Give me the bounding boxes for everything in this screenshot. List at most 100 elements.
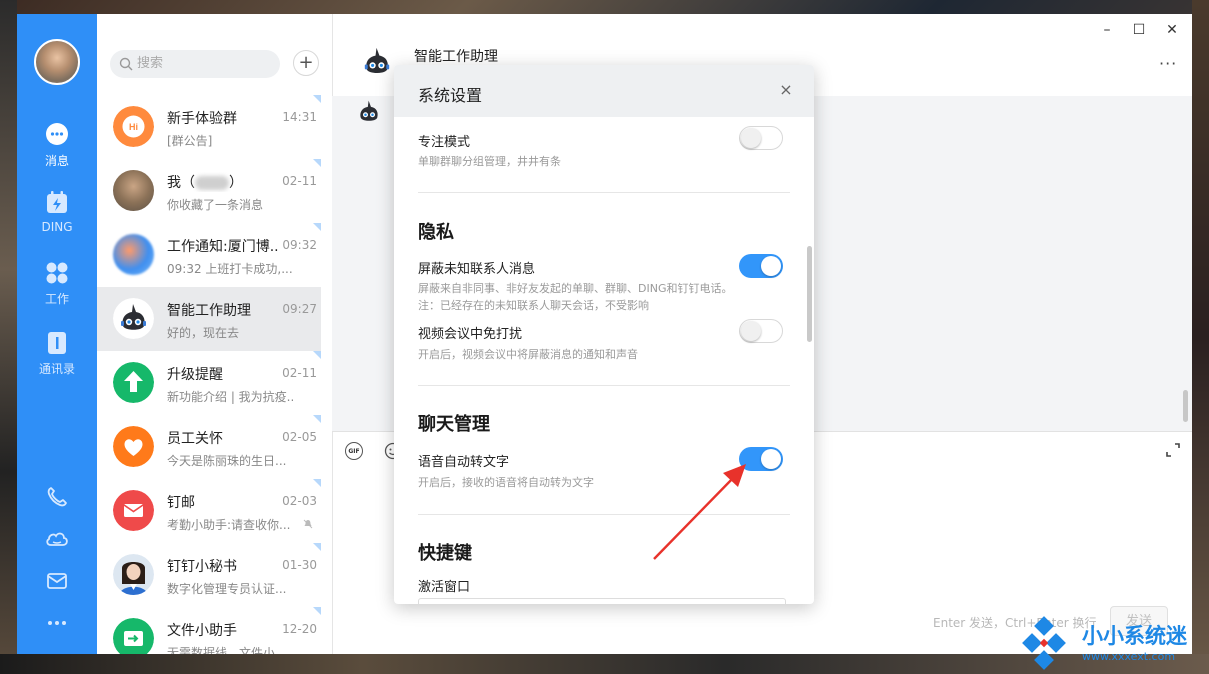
toggle-knob [761, 449, 781, 469]
watermark-url: www.xxxext.com [1082, 650, 1176, 663]
close-button[interactable]: ✕ [1164, 22, 1180, 38]
pin-corner [313, 351, 321, 359]
conversation-time: 01-30 [282, 558, 317, 572]
search-input[interactable]: 搜索 [110, 50, 280, 78]
conversation-preview: 今天是陈丽珠的生日... [167, 454, 287, 468]
left-nav: 消息 DING 工作 通讯录 [17, 14, 97, 654]
chat-title: 智能工作助理 [414, 49, 498, 65]
desktop-wallpaper-left [0, 0, 17, 674]
activate-window-label: 激活窗口 [418, 580, 471, 595]
more-dots-icon[interactable] [44, 610, 70, 636]
pin-corner [313, 543, 321, 551]
list-item[interactable]: Hi 新手体验群 14:31 [群公告] [97, 95, 321, 159]
nav-item-messages[interactable]: 消息 [17, 122, 97, 182]
conversation-name: 文件小助手 [167, 623, 237, 639]
ding-icon [47, 191, 67, 213]
conversation-time: 12-20 [282, 622, 317, 636]
blurred-name [195, 176, 229, 190]
expand-icon[interactable] [1165, 442, 1181, 458]
chat-scrollbar[interactable] [1183, 390, 1188, 422]
dialog-close-button[interactable]: × [778, 82, 794, 98]
conversation-name: 钉钉小秘书 [167, 559, 237, 575]
shortcuts-heading: 快捷键 [418, 543, 472, 564]
nav-item-contacts[interactable]: 通讯录 [17, 330, 97, 390]
list-item[interactable]: 升级提醒 02-11 新功能介绍 | 我为抗疫... [97, 351, 321, 415]
maximize-button[interactable]: ☐ [1131, 22, 1147, 38]
my-avatar[interactable] [34, 39, 80, 85]
phone-icon[interactable] [44, 484, 70, 510]
svg-text:Hi: Hi [129, 122, 138, 132]
conversation-name: 新手体验群 [167, 111, 237, 127]
search-placeholder: 搜索 [137, 56, 164, 71]
list-item[interactable]: 钉邮 02-03 考勤小助手:请查收你... [97, 479, 321, 543]
assistant-avatar-icon [364, 47, 390, 73]
divider [418, 192, 790, 193]
nav-label-work: 工作 [44, 292, 69, 306]
list-item[interactable]: 员工关怀 02-05 今天是陈丽珠的生日... [97, 415, 321, 479]
pin-corner [313, 479, 321, 487]
pin-corner [313, 415, 321, 423]
list-item[interactable]: 我（ ） 02-11 你收藏了一条消息 [97, 159, 321, 223]
block-unknown-toggle[interactable] [739, 254, 783, 278]
conversation-time: 02-11 [282, 174, 317, 188]
video-dnd-desc: 开启后，视频会议中将屏蔽消息的通知和声音 [418, 348, 638, 361]
cloud-icon[interactable] [44, 526, 70, 552]
dialog-header: 系统设置 × [394, 65, 814, 117]
conversation-time: 02-05 [282, 430, 317, 444]
conversation-preview: 新功能介绍 | 我为抗疫... [167, 390, 293, 404]
focus-mode-toggle[interactable] [739, 126, 783, 150]
list-item[interactable]: 智能工作助理 09:27 好的，现在去 [97, 287, 321, 351]
list-item[interactable]: 钉钉小秘书 01-30 数字化管理专员认证... [97, 543, 321, 607]
conversation-name: 我（ ） [167, 172, 279, 192]
nav-item-work[interactable]: 工作 [17, 260, 97, 320]
list-item[interactable]: 文件小助手 12-20 无需数据线，文件小... [97, 607, 321, 654]
conversation-preview: 考勤小助手:请查收你... [167, 518, 291, 532]
focus-mode-label: 专注模式 [418, 135, 471, 150]
mail-avatar-icon [113, 490, 154, 531]
pin-corner [313, 223, 321, 231]
conversation-preview: 09:32 上班打卡成功,... [167, 262, 293, 276]
toggle-knob [741, 321, 761, 341]
mail-icon[interactable] [44, 568, 70, 594]
dialog-title: 系统设置 [418, 86, 483, 105]
dialog-scrollbar[interactable] [807, 246, 812, 342]
gif-button[interactable]: GIF [345, 442, 363, 460]
minimize-button[interactable]: – [1099, 22, 1115, 38]
conversation-time: 09:27 [282, 302, 317, 316]
divider [418, 385, 790, 386]
watermark-logo-icon [1022, 616, 1066, 670]
block-unknown-desc: 屏蔽来自非同事、非好友发起的单聊、群聊、DING和钉钉电话。注：已经存在的未知联… [418, 282, 733, 312]
annotation-arrow [653, 464, 746, 560]
desktop-wallpaper-right [1192, 0, 1209, 674]
chat-mgmt-heading: 聊天管理 [418, 414, 490, 435]
conversation-name: 升级提醒 [167, 367, 223, 383]
nav-label-messages: 消息 [44, 154, 69, 168]
file-transfer-icon [113, 618, 154, 654]
assistant-avatar-icon [360, 100, 378, 121]
avatar [113, 234, 154, 275]
conversation-time: 02-03 [282, 494, 317, 508]
nav-item-ding[interactable]: DING [17, 190, 97, 250]
contacts-icon [48, 332, 66, 354]
conversation-preview: 你收藏了一条消息 [167, 198, 264, 212]
more-options-button[interactable]: ··· [1159, 54, 1177, 73]
block-unknown-label: 屏蔽未知联系人消息 [418, 262, 536, 277]
conversation-list: 搜索 + Hi 新手体验群 14:31 [群公告] 我（ ） 02-11 你收藏了… [97, 14, 410, 654]
group-avatar-icon: Hi [113, 106, 154, 147]
conversation-time: 14:31 [282, 110, 317, 124]
conversation-name: 钉邮 [167, 495, 195, 511]
toggle-knob [741, 128, 761, 148]
conversation-name-text: 我（ [167, 175, 195, 191]
add-button[interactable]: + [293, 50, 319, 76]
toggle-knob [761, 256, 781, 276]
list-item[interactable]: 工作通知:厦门博... 09:32 09:32 上班打卡成功,... [97, 223, 321, 287]
search-icon [119, 57, 133, 71]
conversation-name: 工作通知:厦门博... [167, 239, 279, 255]
watermark-text: 小小系统迷 [1082, 624, 1187, 648]
conversation-time: 09:32 [282, 238, 317, 252]
activate-window-shortcut-input[interactable] [418, 598, 786, 604]
conversation-preview: 数字化管理专员认证... [167, 582, 287, 596]
conversation-time: 02-11 [282, 366, 317, 380]
conversation-name: 员工关怀 [167, 431, 223, 447]
video-dnd-toggle[interactable] [739, 319, 783, 343]
